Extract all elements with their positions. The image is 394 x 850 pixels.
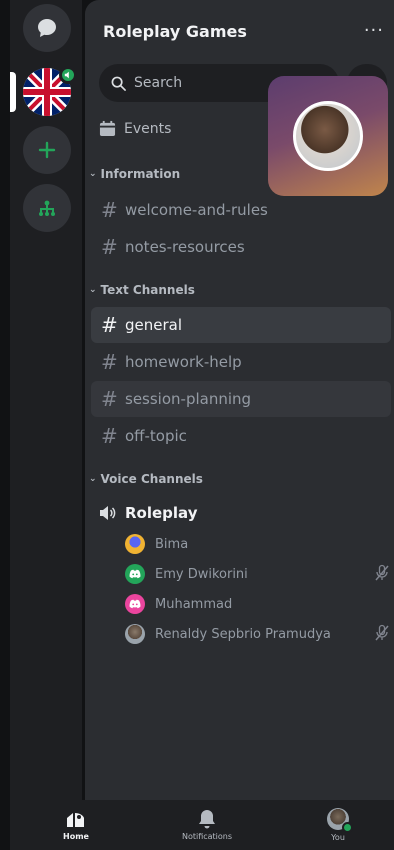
chevron-down-icon: ⌄ <box>89 474 97 484</box>
tab-you[interactable]: You <box>288 800 388 850</box>
discover-servers-button[interactable] <box>23 184 71 232</box>
avatar <box>125 594 145 614</box>
microphone-muted-icon <box>375 624 389 641</box>
pip-user-avatar <box>293 101 363 171</box>
chevron-down-icon: ⌄ <box>89 285 97 295</box>
channel-general[interactable]: # general <box>91 307 391 343</box>
member-name: Emy Dwikorini <box>155 566 248 582</box>
voice-member-emy-dwikorini[interactable]: Emy Dwikorini <box>125 561 390 587</box>
add-server-button[interactable] <box>23 126 71 174</box>
tab-label: You <box>331 833 345 842</box>
category-information[interactable]: ⌄ Information <box>89 167 180 181</box>
tab-home[interactable]: Home <box>26 800 126 850</box>
selected-server-indicator <box>10 72 16 112</box>
hashtag-icon: # <box>101 350 118 374</box>
hashtag-icon: # <box>101 198 118 222</box>
avatar <box>125 624 145 644</box>
channel-off-topic[interactable]: # off-topic <box>91 418 391 454</box>
user-avatar <box>327 808 353 833</box>
bell-icon <box>199 810 215 829</box>
speaker-icon <box>100 506 116 520</box>
tab-label: Home <box>63 832 89 841</box>
channel-name: welcome-and-rules <box>125 201 268 219</box>
direct-messages-button[interactable] <box>23 4 71 52</box>
category-label: Information <box>100 167 181 181</box>
hashtag-icon: # <box>101 235 118 259</box>
hierarchy-icon <box>39 200 55 216</box>
channel-welcome-and-rules[interactable]: # welcome-and-rules <box>91 192 391 228</box>
search-icon <box>111 76 126 91</box>
channel-session-planning[interactable]: # session-planning <box>91 381 391 417</box>
channel-name: off-topic <box>125 427 187 445</box>
discord-logo-icon <box>129 569 141 579</box>
category-text-channels[interactable]: ⌄ Text Channels <box>89 283 195 297</box>
bottom-nav: Home Notifications You <box>10 800 394 850</box>
category-label: Voice Channels <box>100 472 203 486</box>
avatar <box>125 534 145 554</box>
chevron-down-icon: ⌄ <box>89 169 97 179</box>
server-more-button[interactable]: ··· <box>364 20 384 41</box>
search-placeholder: Search <box>134 75 183 91</box>
channel-name: notes-resources <box>125 238 245 256</box>
hashtag-icon: # <box>101 387 118 411</box>
home-servers-icon <box>67 813 84 827</box>
voice-channel-roleplay[interactable]: Roleplay <box>99 504 198 522</box>
member-name: Renaldy Sepbrio Pramudya <box>155 626 331 642</box>
channel-name: general <box>125 316 183 334</box>
calendar-icon <box>99 120 116 137</box>
hashtag-icon: # <box>101 313 118 337</box>
chat-bubble-icon <box>38 19 56 37</box>
voice-channel-name: Roleplay <box>125 504 198 522</box>
member-name: Muhammad <box>155 596 233 612</box>
pip-video-tile[interactable] <box>268 76 388 196</box>
microphone-muted-icon <box>375 564 389 581</box>
discord-logo-icon <box>129 599 141 609</box>
online-status-dot <box>342 822 353 833</box>
voice-member-renaldy[interactable]: Renaldy Sepbrio Pramudya <box>125 621 390 647</box>
server-title[interactable]: Roleplay Games <box>103 22 247 41</box>
tab-notifications[interactable]: Notifications <box>157 800 257 850</box>
channel-homework-help[interactable]: # homework-help <box>91 344 391 380</box>
avatar <box>125 564 145 584</box>
server-rail <box>10 0 82 800</box>
events-item[interactable]: Events <box>99 120 171 137</box>
voice-member-bima[interactable]: Bima <box>125 531 390 557</box>
member-name: Bima <box>155 536 189 552</box>
channel-name: session-planning <box>125 390 252 408</box>
channel-name: homework-help <box>125 353 242 371</box>
voice-active-badge <box>59 66 77 84</box>
category-voice-channels[interactable]: ⌄ Voice Channels <box>89 472 203 486</box>
speaker-icon <box>64 71 69 79</box>
category-label: Text Channels <box>100 283 195 297</box>
events-label: Events <box>124 120 172 137</box>
channel-notes-resources[interactable]: # notes-resources <box>91 229 391 265</box>
tab-label: Notifications <box>181 832 233 841</box>
plus-icon <box>38 141 56 159</box>
voice-member-muhammad[interactable]: Muhammad <box>125 591 390 617</box>
hashtag-icon: # <box>101 424 118 448</box>
